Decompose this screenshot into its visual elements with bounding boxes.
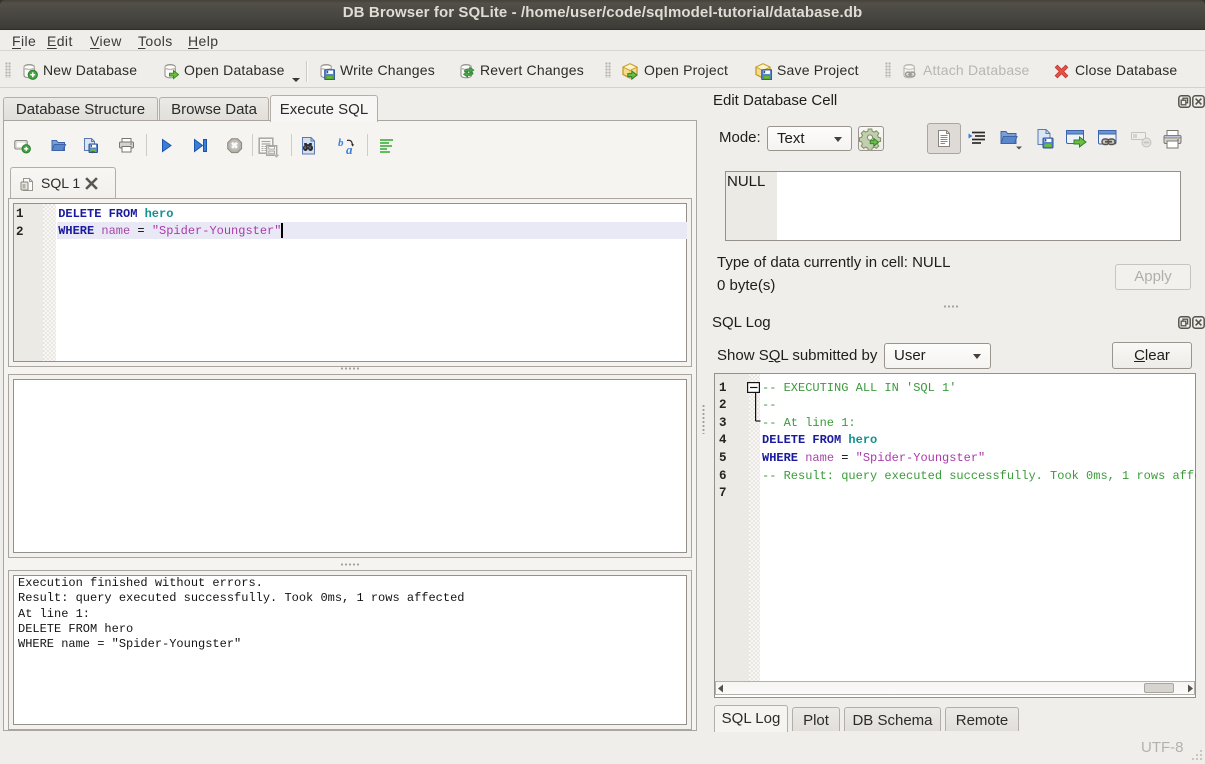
svg-text:b: b (338, 137, 344, 149)
